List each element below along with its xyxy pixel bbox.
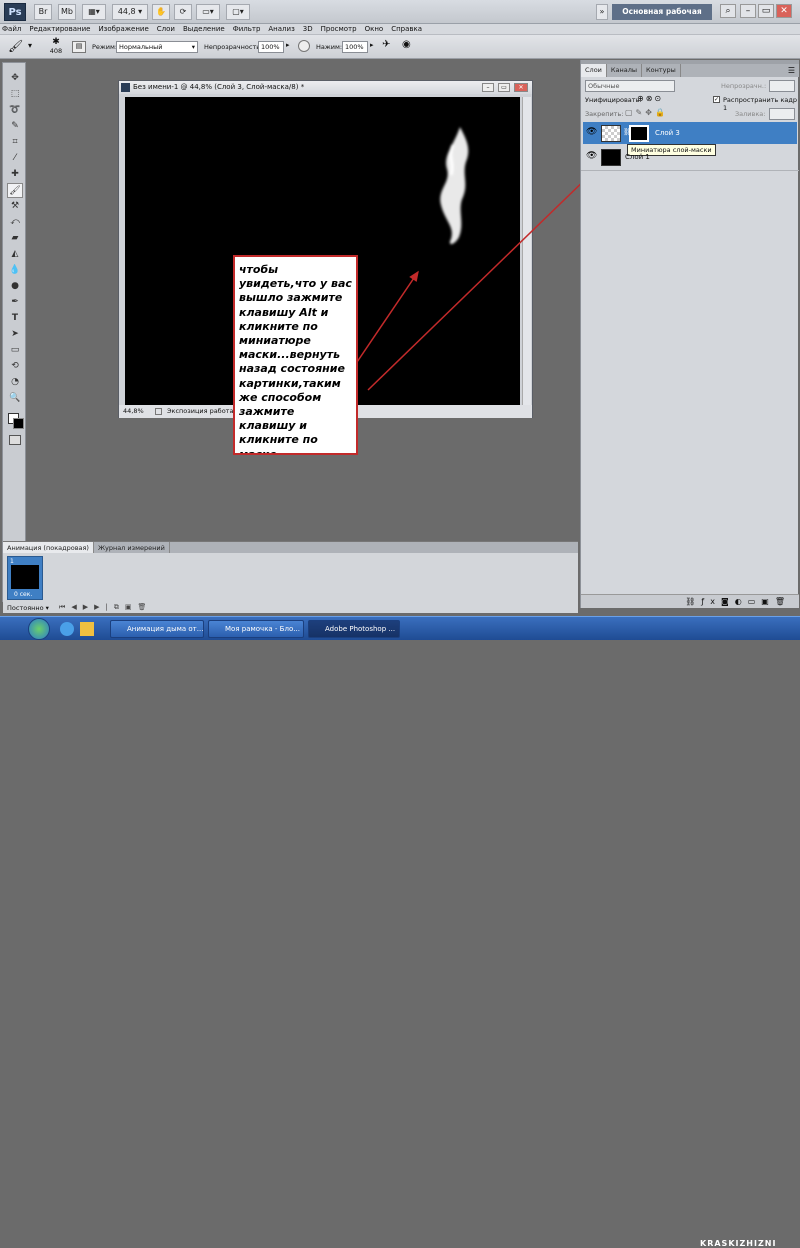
- animation-tabs: Анимация (покадровая) Журнал измерений: [3, 542, 578, 553]
- next-frame-icon[interactable]: ▶|: [94, 603, 114, 611]
- loop-value: Постоянно: [7, 604, 44, 612]
- tab-paths[interactable]: Контуры: [642, 64, 681, 77]
- blend-mode-select[interactable]: Обычные: [585, 80, 675, 92]
- new-layer-icon[interactable]: ▣: [761, 597, 775, 606]
- playback-controls: ⏮◀▶▶|⧉▣🗑: [59, 603, 152, 612]
- unify-icons[interactable]: ⊕⊗⊙: [637, 94, 663, 103]
- watermark: KRASKIZHIZNI: [700, 1239, 777, 1248]
- layers-opacity-label: Непрозрачн.:: [721, 82, 767, 90]
- panel-tabs: Слои Каналы Контуры ☰: [581, 64, 799, 77]
- panel-menu-icon[interactable]: ☰: [788, 64, 799, 77]
- frame-delay[interactable]: 0 сек.: [14, 591, 32, 598]
- duplicate-frame-icon[interactable]: ▣: [125, 603, 138, 611]
- unify-label: Унифицировать:: [585, 96, 642, 104]
- fill-label: Заливка:: [735, 110, 766, 118]
- animation-frame[interactable]: 1 0 сек.: [7, 556, 43, 600]
- add-mask-icon[interactable]: ◙: [721, 597, 735, 606]
- layers-opacity-input[interactable]: [769, 80, 795, 92]
- delete-layer-icon[interactable]: 🗑: [775, 597, 791, 606]
- frame-number: 1: [10, 558, 14, 565]
- layers-panel: Слои Каналы Контуры ☰ Обычные Непрозрачн…: [580, 60, 799, 608]
- adjustment-layer-icon[interactable]: ◐: [735, 597, 748, 606]
- instruction-callout: чтобы увидеть,что у вас вышло зажмите кл…: [233, 255, 358, 455]
- layer-name[interactable]: Слой 1: [625, 153, 650, 161]
- link-layers-icon[interactable]: ⛓: [685, 597, 701, 606]
- taskbar-item-opera[interactable]: Анимация дыма от...: [110, 620, 204, 638]
- tween-icon[interactable]: ⧉: [114, 603, 125, 611]
- layer-mask-thumbnail[interactable]: [629, 125, 649, 142]
- start-button[interactable]: [28, 618, 50, 640]
- layer-thumbnail[interactable]: [601, 149, 621, 166]
- prev-frame-icon[interactable]: ◀: [71, 603, 82, 611]
- lock-label: Закрепить:: [585, 110, 624, 118]
- loop-select[interactable]: Постоянно ▾: [7, 604, 49, 612]
- layer-thumbnail[interactable]: [601, 125, 621, 142]
- tab-layers[interactable]: Слои: [581, 64, 607, 77]
- propagate-checkbox[interactable]: ✓: [713, 96, 720, 103]
- delete-frame-icon[interactable]: 🗑: [137, 603, 152, 611]
- ie-icon[interactable]: [60, 622, 74, 636]
- layer-row[interactable]: 👁 Слой 1: [583, 146, 797, 168]
- lock-icons[interactable]: ▢✎✥🔒: [625, 108, 668, 117]
- taskbar-item-blog[interactable]: Моя рамочка - Бло...: [208, 620, 304, 638]
- layer-name[interactable]: Слой 3: [655, 129, 680, 137]
- layer-row-active[interactable]: 👁 ⛓ Слой 3: [583, 122, 797, 144]
- layer-style-icon[interactable]: ƒx: [701, 597, 721, 606]
- first-frame-icon[interactable]: ⏮: [59, 603, 71, 611]
- fill-input[interactable]: [769, 108, 795, 120]
- taskbar-item-photoshop[interactable]: Adobe Photoshop ...: [308, 620, 400, 638]
- play-icon[interactable]: ▶: [83, 603, 94, 611]
- layer-divider: [581, 170, 799, 171]
- animation-panel: Анимация (покадровая) Журнал измерений 1…: [3, 541, 578, 613]
- eye-icon[interactable]: 👁: [586, 151, 597, 161]
- explorer-icon[interactable]: [80, 622, 94, 636]
- layers-footer: ⛓ƒx◙◐▭▣🗑: [581, 594, 799, 608]
- tab-animation[interactable]: Анимация (покадровая): [3, 542, 94, 553]
- tab-channels[interactable]: Каналы: [607, 64, 643, 77]
- eye-icon[interactable]: 👁: [586, 127, 597, 137]
- frame-thumbnail: [11, 565, 39, 589]
- tab-measurement-log[interactable]: Журнал измерений: [94, 542, 170, 553]
- taskbar: Анимация дыма от... Моя рамочка - Бло...…: [0, 616, 800, 1248]
- new-group-icon[interactable]: ▭: [748, 597, 762, 606]
